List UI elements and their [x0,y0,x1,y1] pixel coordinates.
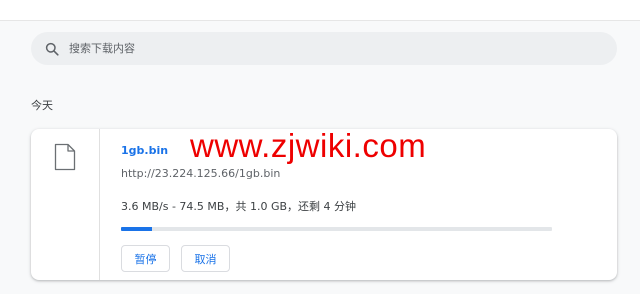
file-url: http://23.224.125.66/1gb.bin [121,167,281,180]
card-divider [99,129,100,280]
watermark-text: www.zjwiki.com [190,127,427,164]
file-name-link[interactable]: 1gb.bin [121,144,168,157]
pause-button[interactable]: 暂停 [121,245,170,272]
cancel-button[interactable]: 取消 [181,245,230,272]
download-progress-text: 3.6 MB/s - 74.5 MB，共 1.0 GB，还剩 4 分钟 [121,200,357,213]
date-section-label: 今天 [31,99,53,112]
progress-bar [121,227,552,231]
top-bar [0,0,640,21]
search-icon [44,41,60,57]
progress-bar-fill [121,227,153,231]
search-box[interactable] [31,32,617,65]
file-icon [54,143,76,171]
search-input[interactable] [69,42,589,55]
